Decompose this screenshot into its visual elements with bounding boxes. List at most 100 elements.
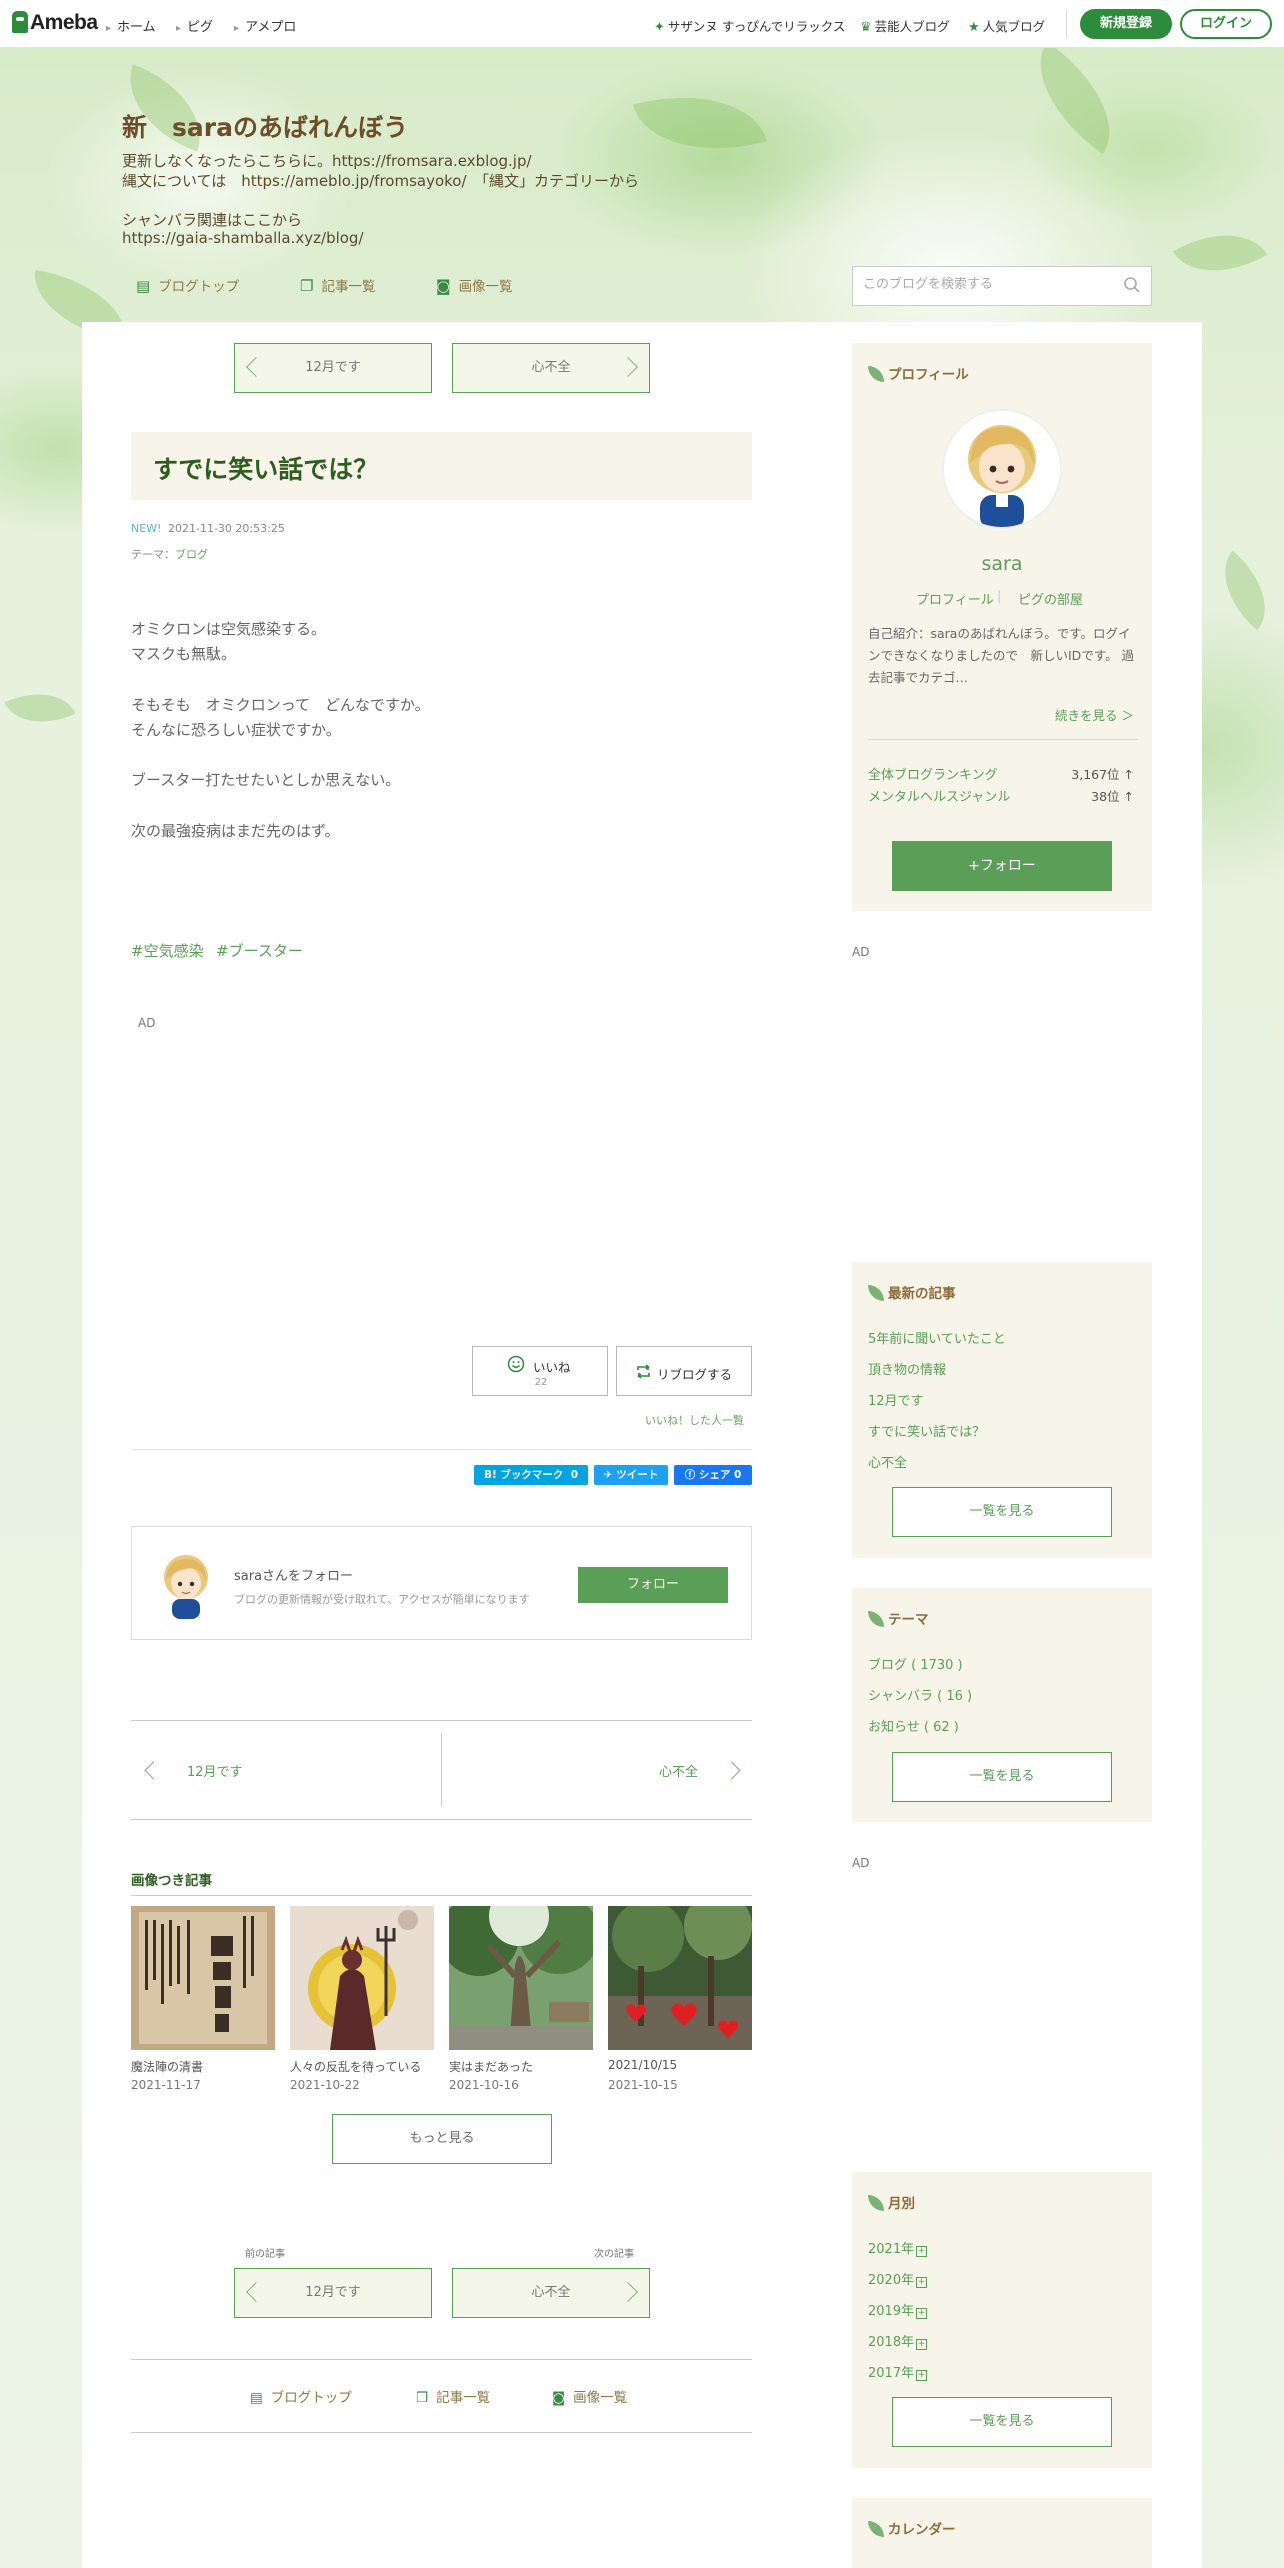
prev-article-link[interactable]: 12月です [131, 1721, 441, 1819]
next-article-button[interactable]: 心不全 [452, 343, 650, 393]
leaf-icon [868, 366, 884, 382]
like-button[interactable]: いいね 22 [472, 1346, 608, 1396]
avatar[interactable] [942, 409, 1062, 529]
prev-article-button[interactable]: 12月です [234, 2268, 432, 2318]
reblog-button[interactable]: リブログする [616, 1346, 752, 1396]
image-articles-heading: 画像つき記事 [131, 1873, 212, 1889]
facebook-icon: ⓕ [684, 1469, 696, 1481]
more-images-button[interactable]: もっと見る [332, 2114, 552, 2164]
like-count: 22 [534, 1377, 548, 1388]
recent-more-button[interactable]: 一覧を見る [892, 1487, 1112, 1537]
like-list-link[interactable]: いいね！した人一覧 [645, 1412, 744, 1428]
footer-nav-blog-top[interactable]: ▤ ブログトップ [250, 2386, 352, 2406]
image-article-title[interactable]: 魔法陣の清書 [131, 2058, 281, 2075]
nav-divider [1066, 10, 1067, 38]
ranking-link[interactable]: メンタルヘルスジャンル [868, 786, 1010, 805]
theme-more-button[interactable]: 一覧を見る [892, 1752, 1112, 1802]
theme-link[interactable]: お知らせ ( 62 ) [868, 1716, 959, 1735]
nav-popular-blog[interactable]: ★ 人気ブログ [968, 16, 1045, 35]
follow-button[interactable]: フォロー [578, 1567, 728, 1603]
nav-celebrity-blog[interactable]: ♛ 芸能人ブログ [860, 16, 950, 35]
camera-icon: ◙ [552, 2390, 566, 2406]
sparkle-icon: ✦ [654, 20, 665, 35]
image-article-thumbnail[interactable] [290, 1906, 434, 2050]
recent-article-link[interactable]: 5年前に聞いていたこと [868, 1328, 1006, 1347]
profile-name[interactable]: sara [852, 553, 1152, 575]
login-button[interactable]: ログイン [1180, 9, 1272, 39]
ameba-logo[interactable]: Ameba [12, 11, 98, 35]
divider [131, 1895, 752, 1896]
hatena-bookmark-button[interactable]: B! ブックマーク 0 [474, 1465, 588, 1485]
theme-link[interactable]: ブログ [175, 548, 208, 561]
chevron-left-icon [246, 2282, 266, 2302]
image-article-thumbnail[interactable] [449, 1906, 593, 2050]
image-article-title[interactable]: 人々の反乱を待っている [290, 2058, 440, 2075]
sidebar-follow-button[interactable]: +フォロー [892, 841, 1112, 891]
image-article-title[interactable]: 2021/10/15 [608, 2058, 758, 2072]
recent-article-link[interactable]: 心不全 [868, 1452, 907, 1471]
nav-amepro[interactable]: アメプロ [234, 16, 296, 35]
expand-icon[interactable]: + [916, 2246, 928, 2257]
tree-photo [449, 1906, 593, 2050]
profile-link[interactable]: プロフィール [916, 589, 994, 608]
nav-promo-link[interactable]: ✦ サザンヌ すっぴんでリラックス [654, 16, 845, 35]
copy-icon: ❐ [300, 277, 314, 295]
recent-article-link[interactable]: 12月です [868, 1390, 924, 1409]
theme-link[interactable]: ブログ ( 1730 ) [868, 1654, 963, 1673]
recent-heading: 最新の記事 [868, 1282, 956, 1302]
month-year-link[interactable]: 2018年 + [868, 2331, 928, 2350]
header-nav-images[interactable]: ◙ 画像一覧 [436, 275, 513, 295]
smile-icon [507, 1355, 525, 1373]
header-nav-blog-top[interactable]: ▤ ブログトップ [136, 275, 239, 295]
blog-title[interactable]: 新 saraのあばれんぼう [122, 108, 408, 144]
next-article-link[interactable]: 心不全 [442, 1721, 752, 1819]
read-more-link[interactable]: 続きを見る ＞ [1055, 705, 1134, 724]
month-year-link[interactable]: 2021年 + [868, 2238, 928, 2257]
hashtag-link[interactable]: #空気感染 [131, 940, 204, 961]
monthly-more-button[interactable]: 一覧を見る [892, 2397, 1112, 2447]
recent-article-link[interactable]: 頂き物の情報 [868, 1359, 946, 1378]
article-text-line: そもそも オミクロンって どんなですか。 [131, 696, 430, 714]
image-article-thumbnail[interactable] [608, 1906, 752, 2050]
divider [868, 739, 1138, 740]
tweet-button[interactable]: ✈ ツイート [594, 1465, 668, 1485]
article-text-line: マスクも無駄。 [131, 645, 237, 663]
pigg-room-link[interactable]: ピグの部屋 [1018, 589, 1083, 608]
nav-home[interactable]: ホーム [106, 16, 156, 35]
header-nav-entries[interactable]: ❐ 記事一覧 [300, 275, 375, 295]
register-button[interactable]: 新規登録 [1080, 9, 1172, 39]
theme-link[interactable]: シャンバラ ( 16 ) [868, 1685, 972, 1704]
expand-icon[interactable]: + [916, 2339, 928, 2350]
expand-icon[interactable]: + [916, 2277, 928, 2288]
recent-article-link[interactable]: すでに笑い話では？ [868, 1421, 985, 1440]
footer-nav-entries[interactable]: ❐ 記事一覧 [416, 2386, 490, 2406]
article-title[interactable]: すでに笑い話では？ [153, 450, 378, 486]
crown-icon: ♛ [860, 20, 872, 35]
search-input[interactable] [863, 277, 1103, 292]
month-year-link[interactable]: 2019年 + [868, 2300, 928, 2319]
prev-article-button[interactable]: 12月です [234, 343, 432, 393]
top-nav: Ameba ホーム ピグ アメプロ ✦サザンヌ すっぴんでリラックス ♛芸能人ブ… [0, 0, 1284, 48]
month-year-link[interactable]: 2017年 + [868, 2362, 928, 2381]
facebook-share-button[interactable]: ⓕ シェア 0 [674, 1465, 752, 1485]
painting-image [290, 1906, 434, 2050]
footer-nav-images[interactable]: ◙ 画像一覧 [552, 2386, 627, 2406]
nav-pigg[interactable]: ピグ [176, 16, 213, 35]
hashtag-link[interactable]: #ブースター [216, 940, 303, 961]
chevron-right-icon [618, 2282, 638, 2302]
ad-label: AD [852, 1856, 870, 1870]
image-article-title[interactable]: 実はまだあった [449, 2058, 599, 2075]
expand-icon[interactable]: + [916, 2370, 928, 2381]
ranking-link[interactable]: 全体ブログランキング [868, 764, 998, 783]
theme-box: テーマ ブログ ( 1730 ) シャンバラ ( 16 ) お知らせ ( 62 … [852, 1588, 1152, 1822]
follow-card: saraさんをフォロー ブログの更新情報が受け取れて、アクセスが簡単になります … [131, 1526, 752, 1640]
monthly-box: 月別 2021年 + 2020年 + 2019年 + 2018年 + 2017年 + 一覧… [852, 2172, 1152, 2468]
next-article-button[interactable]: 心不全 [452, 2268, 650, 2318]
image-article-thumbnail[interactable] [131, 1906, 275, 2050]
image-article-date: 2021-10-15 [608, 2078, 678, 2092]
prev-label: 前の記事 [245, 2249, 285, 2260]
month-year-link[interactable]: 2020年 + [868, 2269, 928, 2288]
divider [131, 2359, 752, 2360]
search-icon[interactable] [1123, 276, 1141, 294]
expand-icon[interactable]: + [916, 2308, 928, 2319]
